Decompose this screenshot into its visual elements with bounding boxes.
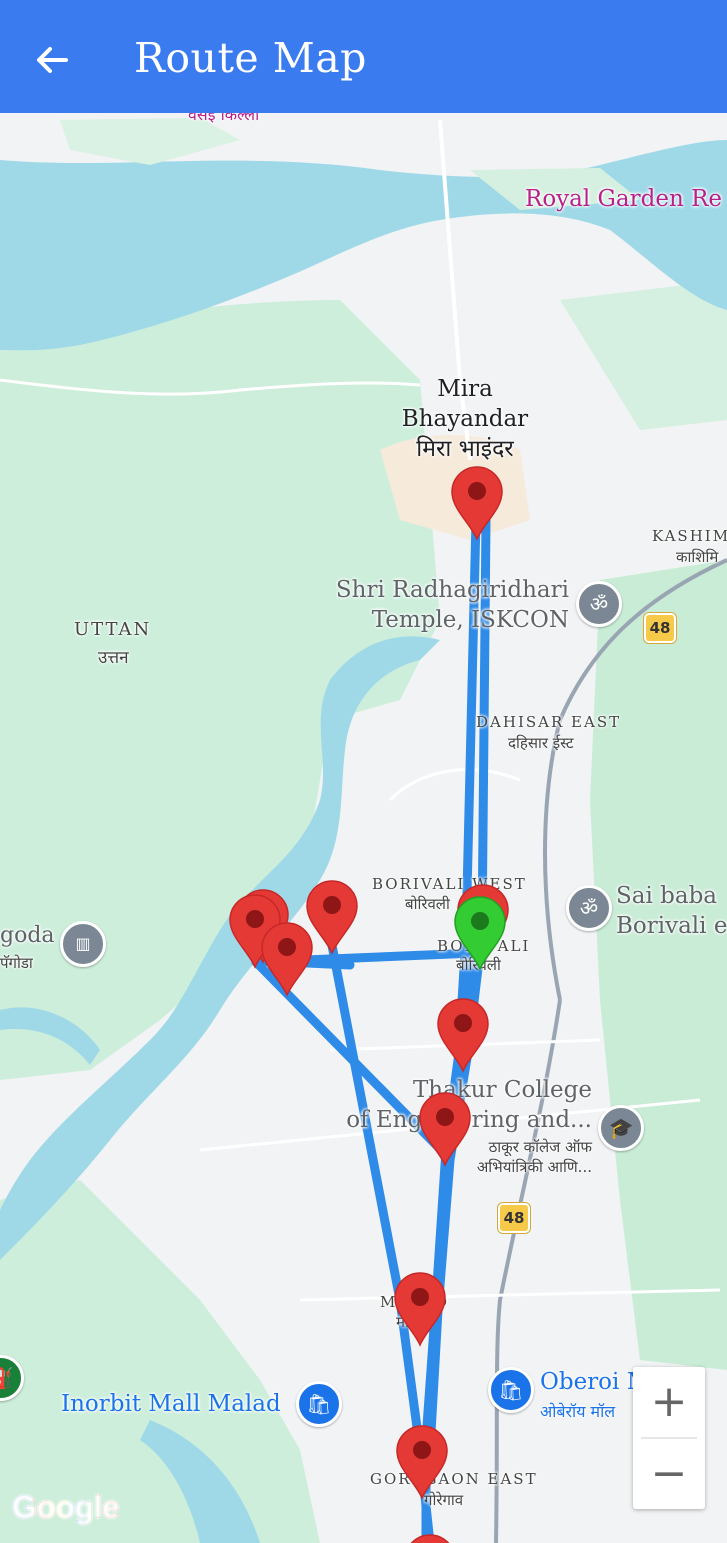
label-inorbit-mall: Inorbit Mall Malad <box>61 1391 281 1417</box>
label-pagoda-hindi: पॅगोडा <box>0 954 33 972</box>
label-iskcon-1: Shri Radhagiridhari <box>335 577 569 603</box>
arrow-back-icon <box>37 47 68 73</box>
route-stop-marker[interactable] <box>418 1091 472 1167</box>
label-mira-bhayandar: Mira Bhayandar मिरा भाइंदर <box>390 374 540 464</box>
label-kashimira: KASHIM <box>652 527 727 545</box>
label-kashimira-hindi: काशिमि <box>676 548 719 566</box>
page-title: Route Map <box>134 34 367 82</box>
label-sai-baba: Sai baba Borivali e <box>616 881 727 941</box>
label-mira-hi: मिरा भाइंदर <box>416 436 514 462</box>
zoom-controls: + − <box>633 1367 705 1509</box>
shopping-bag-icon[interactable]: 🛍 <box>488 1367 534 1413</box>
label-uttan-hindi: उत्तन <box>98 648 129 668</box>
route-stop-marker[interactable] <box>436 997 490 1073</box>
map-base-layer <box>0 113 727 1543</box>
om-temple-icon[interactable]: ॐ <box>576 581 622 627</box>
route-stop-marker[interactable] <box>395 1424 449 1500</box>
label-iskcon: Shri Radhagiridhari Temple, ISKCON <box>324 575 569 635</box>
label-sai-baba-1: Sai baba <box>616 883 718 909</box>
back-button[interactable] <box>28 36 76 84</box>
label-borivali-west-hindi: बोरिवली <box>405 895 450 913</box>
label-dahisar-east-hindi: दहिसार ईस्ट <box>508 734 574 752</box>
app-bar: Route Map <box>0 0 727 113</box>
label-top-hindi: वसई किल्ला <box>188 113 260 124</box>
label-mira-en-2: Bhayandar <box>401 406 529 432</box>
label-iskcon-2: Temple, ISKCON <box>371 607 569 633</box>
label-royal-garden: Royal Garden Re <box>525 186 723 212</box>
label-oberoi-mall-hindi: ओबेरॉय मॉल <box>540 1402 616 1421</box>
label-dahisar-east: DAHISAR EAST <box>476 713 622 731</box>
current-location-marker[interactable] <box>453 895 507 971</box>
label-uttan: UTTAN <box>74 619 152 640</box>
highway-shield-48-north: 48 <box>644 613 676 643</box>
google-logo: Google <box>12 1489 120 1526</box>
label-mira-en-1: Mira <box>437 376 493 402</box>
zoom-in-button[interactable]: + <box>633 1367 705 1437</box>
label-sai-baba-2: Borivali e <box>616 913 727 939</box>
shopping-bag-icon[interactable]: 🛍 <box>296 1381 342 1427</box>
route-stop-marker[interactable] <box>393 1271 447 1347</box>
google-logo-text: Google <box>12 1489 120 1525</box>
monument-icon[interactable]: ▥ <box>60 921 106 967</box>
highway-shield-48-south: 48 <box>498 1203 530 1233</box>
zoom-out-button[interactable]: − <box>633 1439 705 1509</box>
route-stop-marker[interactable] <box>450 465 504 541</box>
om-temple-icon[interactable]: ॐ <box>566 885 612 931</box>
route-stop-marker[interactable] <box>403 1533 457 1543</box>
map-view[interactable]: वसई किल्ला Royal Garden Re Mira Bhayanda… <box>0 113 727 1543</box>
label-pagoda: goda <box>0 923 55 948</box>
route-stop-marker[interactable] <box>260 921 314 997</box>
graduation-cap-icon[interactable]: 🎓 <box>598 1105 644 1151</box>
